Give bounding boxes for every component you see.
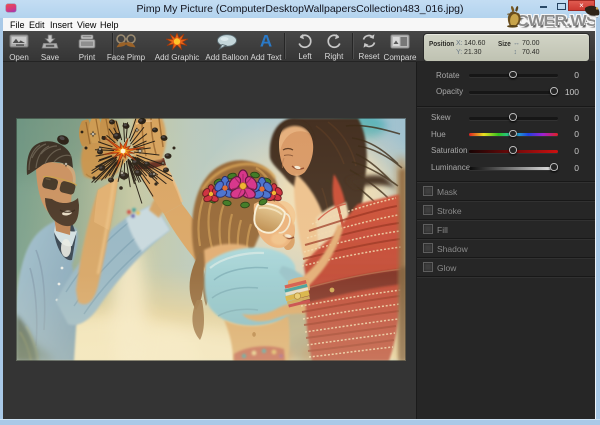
svg-text:A: A (260, 32, 272, 49)
